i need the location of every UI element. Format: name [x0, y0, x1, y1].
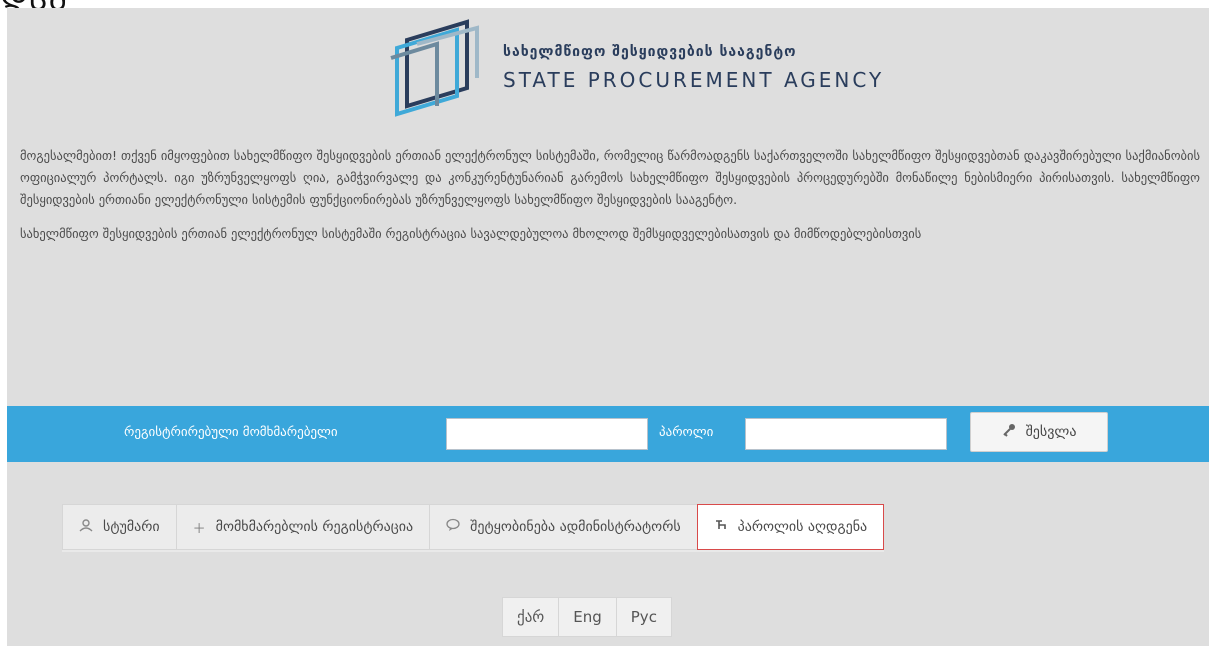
message-admin-label: შეტყობინება ადმინისტრატორს — [470, 519, 681, 535]
guest-button[interactable]: სტუმარი — [62, 504, 176, 550]
language-switcher: ქარ Eng Рус — [502, 597, 672, 637]
lang-georgian-button[interactable]: ქარ — [502, 597, 559, 637]
user-icon — [79, 518, 93, 536]
password-recovery-button[interactable]: პაროლის აღდგენა — [696, 504, 885, 550]
password-label: პაროლი — [659, 425, 714, 440]
password-input[interactable] — [745, 418, 947, 450]
password-recovery-label: პაროლის აღდგენა — [737, 519, 868, 535]
lang-russian-button[interactable]: Рус — [615, 597, 672, 637]
username-input[interactable] — [446, 418, 648, 450]
user-registration-button[interactable]: ＋ მომხმარებლის რეგისტრაცია — [175, 504, 430, 550]
intro-paragraph-2: სახელმწიფო შესყიდვების ერთიან ელექტრონულ… — [20, 226, 922, 241]
plus-icon: ＋ — [192, 521, 206, 537]
login-bar: რეგისტრირებული მომხმარებელი პაროლი შესვლ… — [7, 406, 1209, 462]
lang-english-button[interactable]: Eng — [558, 597, 616, 637]
user-registration-label: მომხმარებლის რეგისტრაცია — [215, 519, 414, 535]
guest-button-label: სტუმარი — [103, 519, 160, 535]
intro-text: მოგესალმებით! თქვენ იმყოფებით სახელმწიფო… — [20, 145, 1200, 257]
logo-mark-icon — [390, 19, 479, 117]
restore-icon — [714, 518, 728, 536]
username-label: რეგისტრირებული მომხმარებელი — [124, 425, 338, 440]
message-admin-button[interactable]: შეტყობინება ადმინისტრატორს — [429, 504, 697, 550]
logo-name-english: STATE PROCUREMENT AGENCY — [503, 68, 885, 92]
login-button-label: შესვლა — [1025, 424, 1077, 440]
logo-name-georgian: სახელმწიფო შესყიდვების სააგენტო — [503, 44, 797, 60]
action-bar: სტუმარი ＋ მომხმარებლის რეგისტრაცია შეტყო… — [62, 504, 885, 552]
login-button[interactable]: შესვლა — [970, 412, 1108, 452]
comment-icon — [446, 518, 460, 536]
intro-paragraph-1: მოგესალმებით! თქვენ იმყოფებით სახელმწიფო… — [20, 148, 1200, 207]
agency-logo: სახელმწიფო შესყიდვების სააგენტო STATE PR… — [385, 18, 885, 118]
key-icon — [1002, 423, 1016, 441]
